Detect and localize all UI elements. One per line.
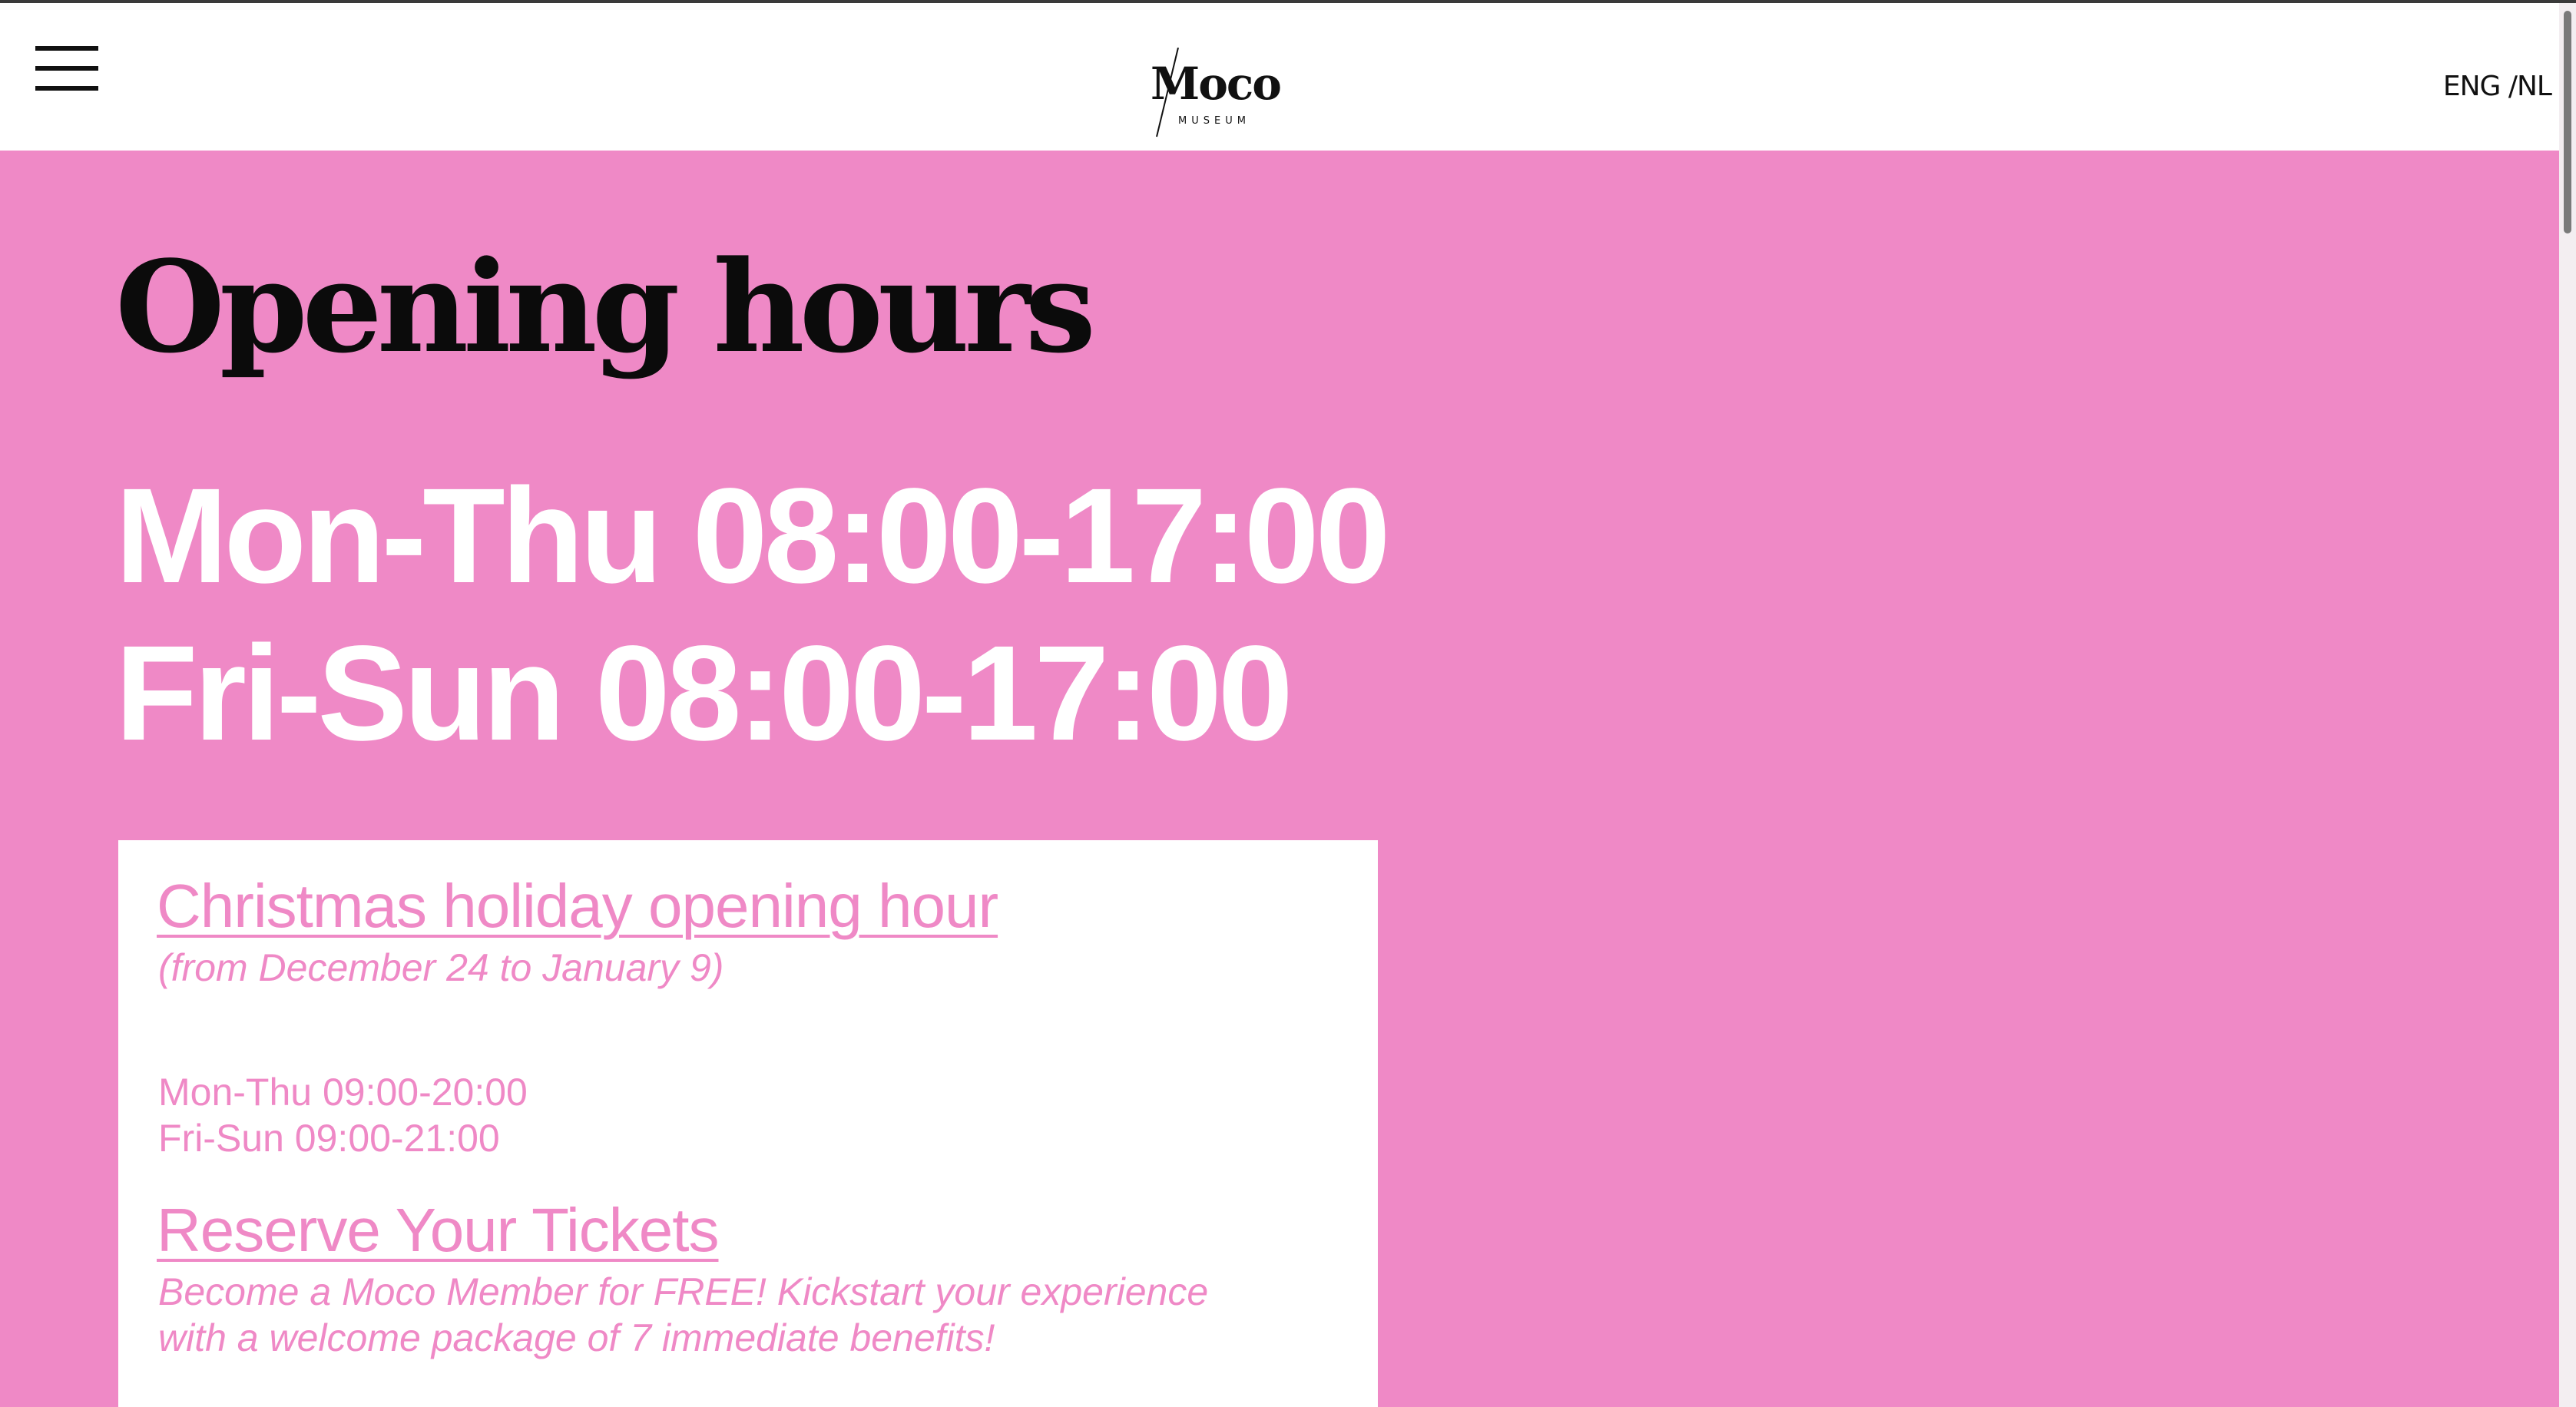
site-header: Moco MUSEUM ENG /NL <box>0 3 2576 151</box>
special-hours-card: Christmas holiday opening hour (from Dec… <box>118 840 1378 1407</box>
christmas-date-range: (from December 24 to January 9) <box>158 946 724 989</box>
christmas-hours-fri-sun: Fri-Sun 09:00-21:00 <box>158 1117 500 1160</box>
language-eng-link[interactable]: ENG <box>2443 71 2502 102</box>
page-title: Opening hours <box>115 233 1096 381</box>
moco-museum-logo[interactable]: Moco MUSEUM <box>1147 48 1282 140</box>
scrollbar-thumb[interactable] <box>2564 11 2571 233</box>
christmas-hours-link[interactable]: Christmas holiday opening hour <box>157 871 998 942</box>
logo-wordmark: Moco <box>1151 58 1282 110</box>
page-scrollbar[interactable] <box>2559 3 2576 1407</box>
page: Moco MUSEUM ENG /NL Opening hours Mon-Th… <box>0 0 2576 1407</box>
menu-bar <box>35 66 98 71</box>
regular-hours-fri-sun: Fri-Sun 08:00-17:00 <box>115 618 1293 769</box>
regular-hours-mon-thu: Mon-Thu 08:00-17:00 <box>115 461 1391 611</box>
hamburger-menu-icon[interactable] <box>35 43 98 94</box>
logo-subtitle: MUSEUM <box>1178 115 1250 127</box>
membership-promo-line: Become a Moco Member for FREE! Kickstart… <box>158 1270 1209 1313</box>
language-separator: / <box>2500 71 2518 102</box>
language-nl-link[interactable]: NL <box>2517 71 2552 102</box>
membership-promo-line: with a welcome package of 7 immediate be… <box>158 1316 995 1359</box>
language-switcher: ENG /NL <box>2443 71 2552 102</box>
christmas-hours-mon-thu: Mon-Thu 09:00-20:00 <box>158 1071 528 1114</box>
reserve-tickets-link[interactable]: Reserve Your Tickets <box>157 1195 719 1266</box>
menu-bar <box>35 86 98 91</box>
menu-bar <box>35 46 98 51</box>
